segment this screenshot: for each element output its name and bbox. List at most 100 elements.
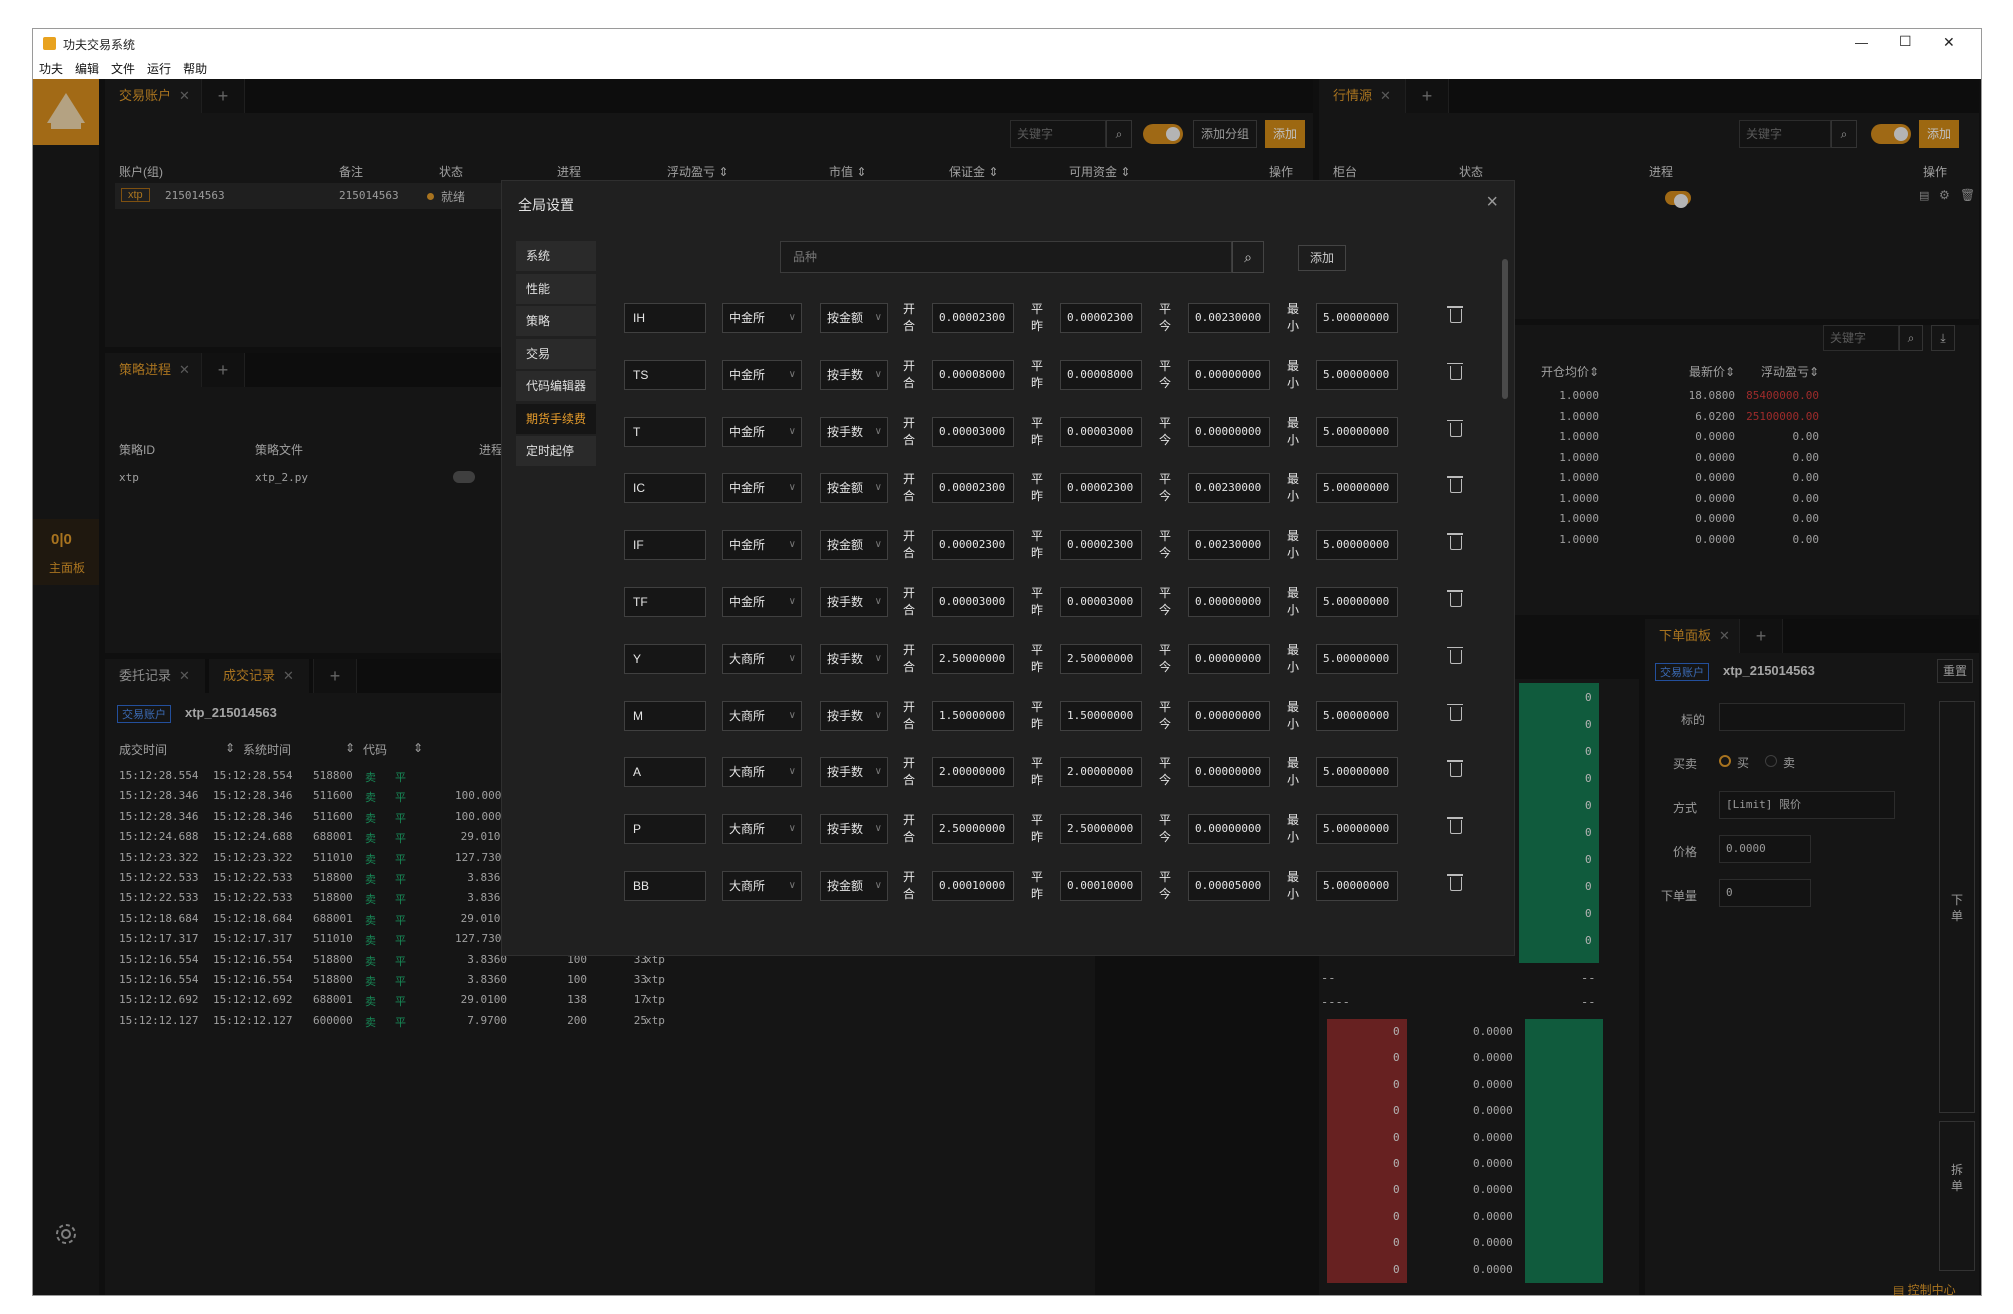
exchange-select[interactable]: 中金所 ∨ <box>722 416 802 447</box>
fee-mode-select[interactable]: 按手数 ∨ <box>820 757 888 788</box>
fee-close_yd-input[interactable]: 0.00003000 <box>1060 587 1142 617</box>
fee-mode-select[interactable]: 按手数 ∨ <box>820 416 888 447</box>
fee-close_td-input[interactable]: 0.00000000 <box>1188 416 1270 447</box>
exchange-select[interactable]: 大商所 ∨ <box>722 871 802 901</box>
fee-min-input[interactable]: 5.00000000 <box>1316 587 1398 617</box>
exchange-select[interactable]: 大商所 ∨ <box>722 700 802 731</box>
fee-open-input[interactable]: 0.00002300 <box>932 473 1014 504</box>
fee-mode-select[interactable]: 按手数 ∨ <box>820 814 888 845</box>
fee-close_yd-input[interactable]: 0.00002300 <box>1060 303 1142 333</box>
fee-code-input[interactable]: BB <box>624 871 706 901</box>
fee-open-input[interactable]: 2.00000000 <box>932 757 1014 788</box>
fee-close_yd-input[interactable]: 0.00002300 <box>1060 530 1142 561</box>
fee-open-input[interactable]: 0.00002300 <box>932 303 1014 333</box>
fee-code-input[interactable]: P <box>624 814 706 845</box>
fee-close_td-input[interactable]: 0.00230000 <box>1188 303 1270 333</box>
trash-icon[interactable] <box>1447 419 1463 437</box>
trash-icon[interactable] <box>1447 703 1463 721</box>
fee-close_yd-input[interactable]: 2.50000000 <box>1060 643 1142 674</box>
modal-close-button[interactable]: × <box>1486 191 1498 214</box>
fee-mode-select[interactable]: 按手数 ∨ <box>820 643 888 674</box>
menu-help[interactable]: 帮助 <box>183 59 207 79</box>
fee-code-input[interactable]: IH <box>624 303 706 333</box>
fee-min-input[interactable]: 5.00000000 <box>1316 700 1398 731</box>
fee-mode-select[interactable]: 按手数 ∨ <box>820 359 888 390</box>
exchange-select[interactable]: 中金所 ∨ <box>722 303 802 333</box>
fee-min-input[interactable]: 5.00000000 <box>1316 814 1398 845</box>
fee-mode-select[interactable]: 按金额 ∨ <box>820 871 888 901</box>
fee-min-input[interactable]: 5.00000000 <box>1316 359 1398 390</box>
fee-open-input[interactable]: 1.50000000 <box>932 700 1014 731</box>
fee-close_td-input[interactable]: 0.00000000 <box>1188 814 1270 845</box>
fee-close_yd-input[interactable]: 2.00000000 <box>1060 757 1142 788</box>
menu-edit[interactable]: 编辑 <box>75 59 99 79</box>
trash-icon[interactable] <box>1447 874 1463 891</box>
maximize-button[interactable]: ☐ <box>1899 33 1912 50</box>
fee-mode-select[interactable]: 按金额 ∨ <box>820 303 888 333</box>
trash-icon[interactable] <box>1447 476 1463 494</box>
fee-open-input[interactable]: 0.00002300 <box>932 530 1014 561</box>
exchange-select[interactable]: 中金所 ∨ <box>722 530 802 561</box>
menu-run[interactable]: 运行 <box>147 59 171 79</box>
fee-code-input[interactable]: T <box>624 416 706 447</box>
fee-open-input[interactable]: 0.00003000 <box>932 587 1014 617</box>
fee-close_td-input[interactable]: 0.00000000 <box>1188 359 1270 390</box>
trash-icon[interactable] <box>1447 362 1463 380</box>
fee-close_td-input[interactable]: 0.00000000 <box>1188 643 1270 674</box>
fee-min-input[interactable]: 5.00000000 <box>1316 643 1398 674</box>
fee-code-input[interactable]: IF <box>624 530 706 561</box>
fee-open-input[interactable]: 0.00003000 <box>932 416 1014 447</box>
trash-icon[interactable] <box>1447 533 1463 551</box>
trash-icon[interactable] <box>1447 306 1463 323</box>
menu-file[interactable]: 文件 <box>111 59 135 79</box>
search-icon[interactable]: ⌕ <box>1232 241 1264 273</box>
fee-code-input[interactable]: TF <box>624 587 706 617</box>
fee-mode-select[interactable]: 按手数 ∨ <box>820 700 888 731</box>
fee-close_yd-input[interactable]: 0.00010000 <box>1060 871 1142 901</box>
add-fee-button[interactable]: 添加 <box>1298 245 1346 271</box>
fee-min-input[interactable]: 5.00000000 <box>1316 416 1398 447</box>
fee-min-input[interactable]: 5.00000000 <box>1316 757 1398 788</box>
exchange-select[interactable]: 中金所 ∨ <box>722 359 802 390</box>
fee-code-input[interactable]: A <box>624 757 706 788</box>
exchange-select[interactable]: 中金所 ∨ <box>722 587 802 617</box>
fee-close_td-input[interactable]: 0.00230000 <box>1188 473 1270 504</box>
fee-close_yd-input[interactable]: 0.00002300 <box>1060 473 1142 504</box>
fee-code-input[interactable]: IC <box>624 473 706 504</box>
trash-icon[interactable] <box>1447 590 1463 607</box>
fee-close_td-input[interactable]: 0.00000000 <box>1188 587 1270 617</box>
fee-close_td-input[interactable]: 0.00005000 <box>1188 871 1270 901</box>
trash-icon[interactable] <box>1447 817 1463 835</box>
fee-code-input[interactable]: TS <box>624 359 706 390</box>
fee-code-input[interactable]: M <box>624 700 706 731</box>
fee-close_yd-input[interactable]: 0.00003000 <box>1060 416 1142 447</box>
exchange-select[interactable]: 大商所 ∨ <box>722 643 802 674</box>
fee-close_yd-input[interactable]: 1.50000000 <box>1060 700 1142 731</box>
fee-mode-select[interactable]: 按金额 ∨ <box>820 530 888 561</box>
exchange-select[interactable]: 中金所 ∨ <box>722 473 802 504</box>
fee-close_td-input[interactable]: 0.00000000 <box>1188 757 1270 788</box>
fee-min-input[interactable]: 5.00000000 <box>1316 871 1398 901</box>
exchange-select[interactable]: 大商所 ∨ <box>722 757 802 788</box>
fee-close_yd-input[interactable]: 0.00008000 <box>1060 359 1142 390</box>
fee-open-input[interactable]: 2.50000000 <box>932 814 1014 845</box>
fee-min-input[interactable]: 5.00000000 <box>1316 473 1398 504</box>
fee-code-input[interactable]: Y <box>624 643 706 674</box>
fee-open-input[interactable]: 0.00008000 <box>932 359 1014 390</box>
fee-min-input[interactable]: 5.00000000 <box>1316 530 1398 561</box>
fee-open-input[interactable]: 2.50000000 <box>932 643 1014 674</box>
fee-close_yd-input[interactable]: 2.50000000 <box>1060 814 1142 845</box>
trash-icon[interactable] <box>1447 760 1463 778</box>
variety-search-input[interactable]: 品种 <box>780 241 1232 273</box>
fee-mode-select[interactable]: 按金额 ∨ <box>820 473 888 504</box>
modal-scrollbar[interactable] <box>1502 259 1508 399</box>
exchange-select[interactable]: 大商所 ∨ <box>722 814 802 845</box>
close-button[interactable]: ✕ <box>1943 34 1955 51</box>
fee-mode-select[interactable]: 按手数 ∨ <box>820 587 888 617</box>
fee-close_td-input[interactable]: 0.00000000 <box>1188 700 1270 731</box>
fee-min-input[interactable]: 5.00000000 <box>1316 303 1398 333</box>
fee-open-input[interactable]: 0.00010000 <box>932 871 1014 901</box>
settings-menu-item[interactable]: 系统 <box>516 241 596 271</box>
fee-close_td-input[interactable]: 0.00230000 <box>1188 530 1270 561</box>
minimize-button[interactable]: — <box>1855 35 1868 50</box>
